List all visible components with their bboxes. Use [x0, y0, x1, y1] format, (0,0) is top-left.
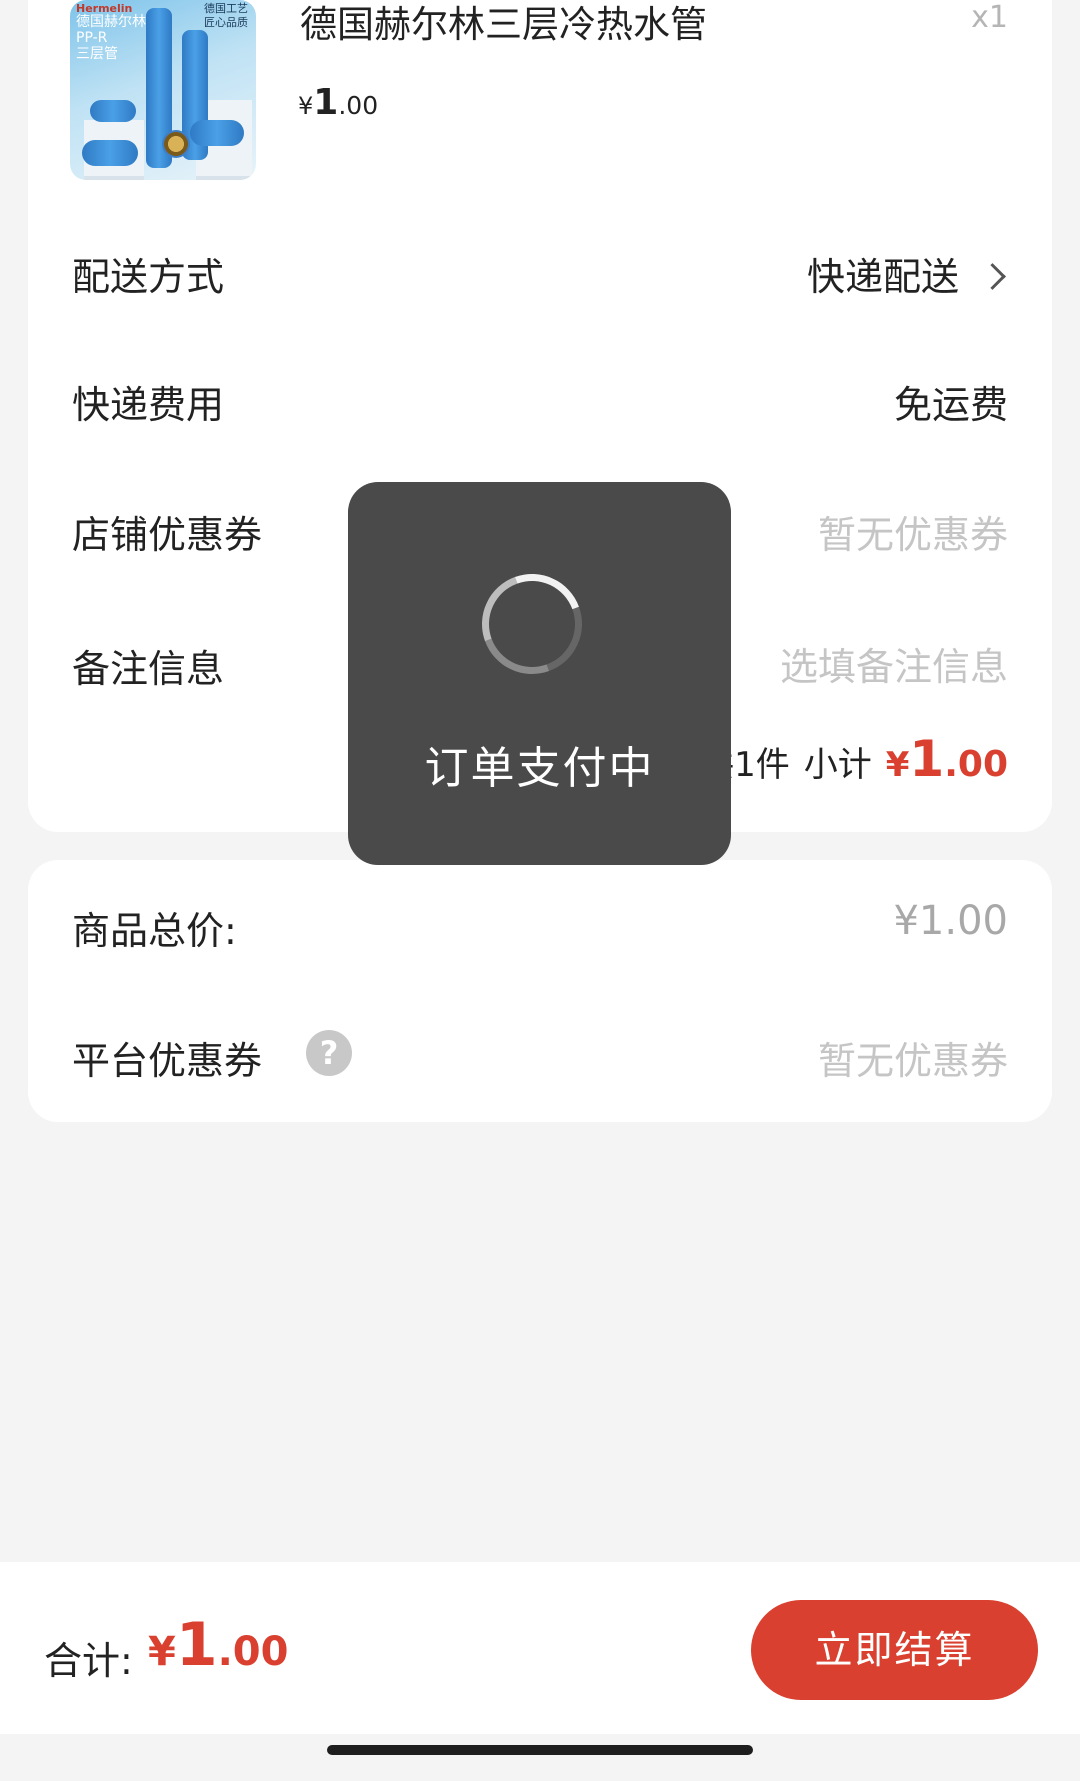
thumb-pipe — [90, 100, 136, 122]
thumb-caption: 德国赫尔林 PP-R 三层管 — [76, 14, 146, 62]
price-currency: ¥ — [885, 745, 910, 785]
platform-coupon-value[interactable]: 暂无优惠券 — [818, 1030, 1008, 1085]
thumb-caption-line: 三层管 — [76, 46, 118, 62]
thumb-slogan-line: 匠心品质 — [204, 16, 248, 29]
product-price: ¥1.00 — [298, 82, 378, 123]
loading-spinner-icon — [465, 557, 599, 691]
price-currency: ¥ — [298, 92, 314, 120]
question-circle-icon[interactable]: ? — [306, 1030, 352, 1076]
store-coupon-value[interactable]: 暂无优惠券 — [818, 504, 1008, 559]
price-decimal: .00 — [338, 91, 379, 120]
total-price: ¥1.00 — [148, 1610, 288, 1680]
thumb-pipe — [190, 120, 244, 146]
goods-total-value: ¥1.00 — [893, 898, 1008, 944]
price-decimal: .00 — [217, 1629, 289, 1675]
product-title[interactable]: 德国赫尔林三层冷热水管 — [300, 0, 707, 48]
price-integer: 1 — [313, 82, 339, 123]
price-decimal: .00 — [944, 744, 1008, 785]
subtotal-price: ¥1.00 — [885, 730, 1008, 788]
subtotal: 共1件 小计 ¥1.00 — [700, 730, 1008, 788]
remark-label: 备注信息 — [72, 647, 225, 691]
price-integer: 1 — [909, 730, 945, 788]
goods-total-label: 商品总价: — [72, 909, 237, 953]
price-currency: ¥ — [148, 1629, 176, 1675]
price-integer: 1 — [175, 1610, 218, 1680]
thumb-fitting — [162, 130, 190, 158]
product-quantity: x1 — [971, 0, 1008, 35]
payment-loading-toast: 订单支付中 — [348, 482, 731, 865]
thumb-caption-line: 德国赫尔林 — [76, 14, 146, 30]
thumb-slogan-line: 德国工艺 — [204, 2, 248, 15]
checkout-bar: 合计: ¥1.00 立即结算 — [0, 1562, 1080, 1734]
delivery-method-selector[interactable]: 快递配送 — [807, 246, 1008, 301]
shipping-fee-label: 快递费用 — [72, 383, 225, 427]
total-label: 合计: — [44, 1639, 133, 1683]
chevron-right-icon — [979, 263, 1006, 290]
product-thumbnail[interactable]: Hermelin 德国赫尔林 PP-R 三层管 德国工艺 匠心品质 — [70, 0, 256, 180]
checkout-button[interactable]: 立即结算 — [751, 1600, 1038, 1700]
remark-input[interactable]: 选填备注信息 — [780, 636, 1008, 691]
toast-message: 订单支付中 — [424, 743, 655, 794]
shipping-fee-value: 免运费 — [893, 383, 1008, 427]
delivery-method-label: 配送方式 — [72, 255, 225, 299]
thumb-slogan: 德国工艺 匠心品质 — [204, 2, 248, 30]
platform-coupon-label: 平台优惠券 — [72, 1039, 263, 1083]
store-coupon-label: 店铺优惠券 — [72, 513, 263, 557]
delivery-method-value: 快递配送 — [806, 255, 959, 299]
home-indicator[interactable] — [327, 1745, 753, 1755]
thumb-pipe — [82, 140, 138, 166]
subtotal-label: 小计 — [803, 745, 872, 785]
thumb-caption-line: PP-R — [76, 30, 108, 46]
